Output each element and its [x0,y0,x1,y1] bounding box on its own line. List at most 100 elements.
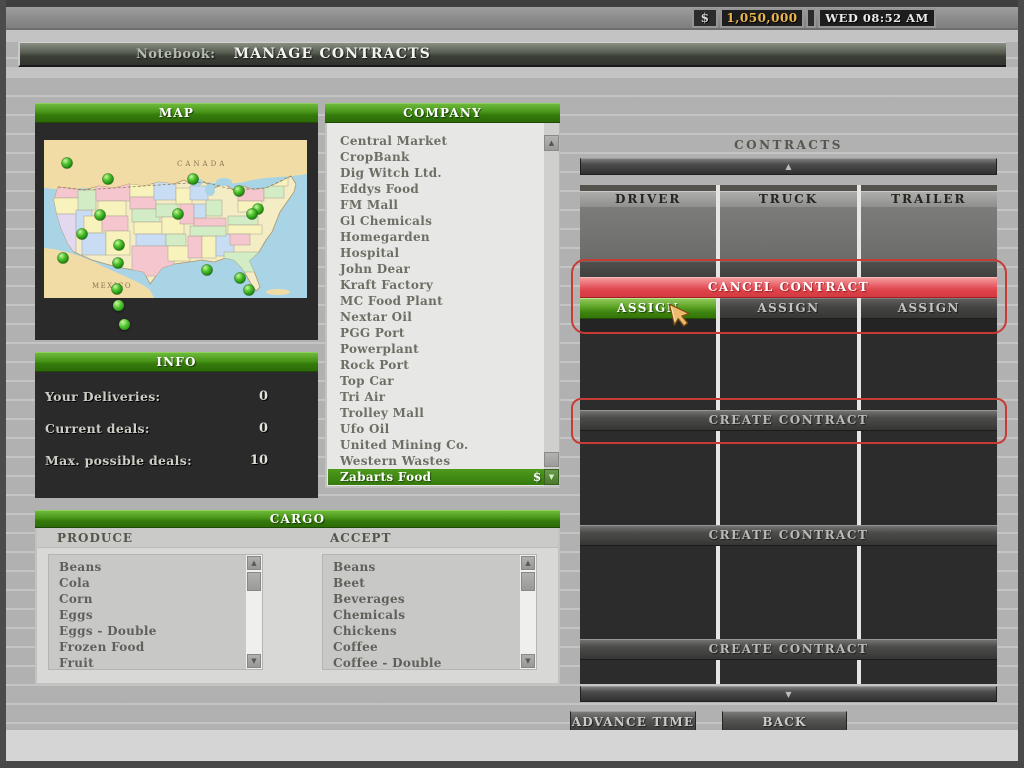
company-list-item[interactable]: Nextar Oil [328,309,545,325]
company-list-item[interactable]: Homegarden [328,229,545,245]
accept-list-item[interactable]: Chemicals [323,607,519,623]
produce-list-item[interactable]: Eggs [49,607,245,623]
company-scroll-down-button[interactable]: ▼ [544,469,559,485]
company-body: Central MarketCropBankDig Witch Ltd.Eddy… [325,123,560,488]
company-list-item[interactable]: FM Mall [328,197,545,213]
assign-truck-button[interactable]: ASSIGN [720,298,856,319]
company-list-item[interactable]: Ufo Oil [328,421,545,437]
company-scroll-thumb[interactable] [544,452,559,467]
info-row-value: 10 [250,453,268,468]
company-list-item[interactable]: Rock Port [328,357,545,373]
map-marker-dot [112,284,123,295]
company-list-item[interactable]: Tri Air [328,389,545,405]
produce-list-item[interactable]: Beans [49,559,245,575]
info-row-label: Current deals: [45,421,150,436]
create-contract-button-2[interactable]: CREATE CONTRACT [580,525,997,546]
produce-list-item[interactable]: Frozen Food [49,639,245,655]
selected-company-dollar-icon: $ [529,469,545,485]
company-list-item[interactable]: United Mining Co. [328,437,545,453]
company-list-item[interactable]: Dig Witch Ltd. [328,165,545,181]
accept-list-item[interactable]: Beet [323,575,519,591]
accept-scroll-thumb[interactable] [521,572,535,591]
create-contract-button-1[interactable]: CREATE CONTRACT [580,410,997,431]
contracts-section-title: CONTRACTS [580,138,997,152]
accept-list: BeansBeetBeveragesChemicalsChickensCoffe… [322,554,537,670]
company-list-item[interactable]: Gl Chemicals [328,213,545,229]
accept-list-item[interactable]: Chickens [323,623,519,639]
produce-scroll-down-button[interactable]: ▼ [247,654,261,668]
company-list-item[interactable]: Central Market [328,133,545,149]
accept-scroll-down-button[interactable]: ▼ [521,654,535,668]
produce-scroll-thumb[interactable] [247,572,261,591]
contracts-scroll-up-bar[interactable]: ▲ [580,158,997,175]
create-contract-button-3[interactable]: CREATE CONTRACT [580,639,997,660]
frame-right [1018,0,1024,768]
accept-scrollbar: ▲ ▼ [520,555,536,669]
company-list-item[interactable]: PGG Port [328,325,545,341]
info-row: Current deals: 0 [35,412,318,444]
company-list-item[interactable]: MC Food Plant [328,293,545,309]
map-panel: MAP [35,103,318,340]
company-list-item[interactable]: John Dear [328,261,545,277]
truck-slot-cell [720,207,856,262]
map-marker-dot [119,319,130,330]
accept-list-item[interactable]: Coffee [323,639,519,655]
notebook-prefix: Notebook: [136,47,216,62]
cancel-contract-button[interactable]: CANCEL CONTRACT [580,277,997,298]
usa-map-image: CANADA MEXICO [44,140,307,298]
company-list: Central MarketCropBankDig Witch Ltd.Eddy… [328,133,545,485]
contract-slot-2-cells [580,334,997,410]
map-marker-dot [188,174,199,185]
accept-column-label: ACCEPT [330,531,392,545]
header-band [6,30,1018,42]
company-list-item[interactable]: CropBank [328,149,545,165]
company-list-item[interactable]: Powerplant [328,341,545,357]
accept-scroll-up-button[interactable]: ▲ [521,556,535,570]
truck-column-header: TRUCK [720,191,856,207]
company-scroll-up-button[interactable]: ▲ [544,135,559,151]
frame-left [0,0,6,768]
assign-driver-button[interactable]: ASSIGN [580,298,716,319]
company-list-item[interactable]: Western Wastes [328,453,545,469]
assign-trailer-button[interactable]: ASSIGN [861,298,997,319]
company-list-item[interactable]: Kraft Factory [328,277,545,293]
map-body: CANADA MEXICO [35,123,318,340]
company-list-item[interactable]: Trolley Mall [328,405,545,421]
produce-list-item[interactable]: Fruit [49,655,245,670]
contract-slot-4-cells [580,546,997,639]
company-panel: COMPANY Central MarketCropBankDig Witch … [325,103,560,488]
currency-icon: $ [692,8,718,28]
slot-1-divider [580,262,997,277]
advance-time-button[interactable]: ADVANCE TIME [570,711,696,732]
driver-column-header: DRIVER [580,191,716,207]
produce-list: BeansColaCornEggsEggs - DoubleFrozen Foo… [48,554,263,670]
produce-list-item[interactable]: Corn [49,591,245,607]
contracts-scroll-down-bar[interactable]: ▼ [580,686,997,702]
produce-scroll-up-button[interactable]: ▲ [247,556,261,570]
canada-label: CANADA [177,160,227,168]
back-button[interactable]: BACK [722,711,847,732]
map-marker-dot [62,158,73,169]
company-list-item[interactable]: Top Car [328,373,545,389]
datetime-display: WED 08:52 AM [818,8,936,28]
company-list-item[interactable]: Hospital [328,245,545,261]
scroll-down-icon: ▼ [785,690,791,699]
map-marker-dot [77,229,88,240]
frame-top [0,0,1024,7]
assign-button-row: ASSIGN ASSIGN ASSIGN [580,298,997,319]
company-panel-title: COMPANY [325,103,560,123]
produce-scrollbar: ▲ ▼ [246,555,262,669]
cargo-panel-title: CARGO [35,510,560,528]
cargo-body: PRODUCE ACCEPT BeansColaCornEggsEggs - D… [35,528,560,685]
accept-list-item[interactable]: Beverages [323,591,519,607]
map-marker-dot [244,285,255,296]
produce-list-item[interactable]: Cola [49,575,245,591]
produce-list-item[interactable]: Eggs - Double [49,623,245,639]
company-list-item[interactable]: Eddys Food [328,181,545,197]
frame-bottom [0,761,1024,768]
page-title: MANAGE CONTRACTS [234,46,431,62]
scroll-up-icon: ▲ [785,162,791,171]
company-list-item[interactable]: Zabarts Food [328,469,545,485]
accept-list-item[interactable]: Beans [323,559,519,575]
accept-list-item[interactable]: Coffee - Double [323,655,519,670]
